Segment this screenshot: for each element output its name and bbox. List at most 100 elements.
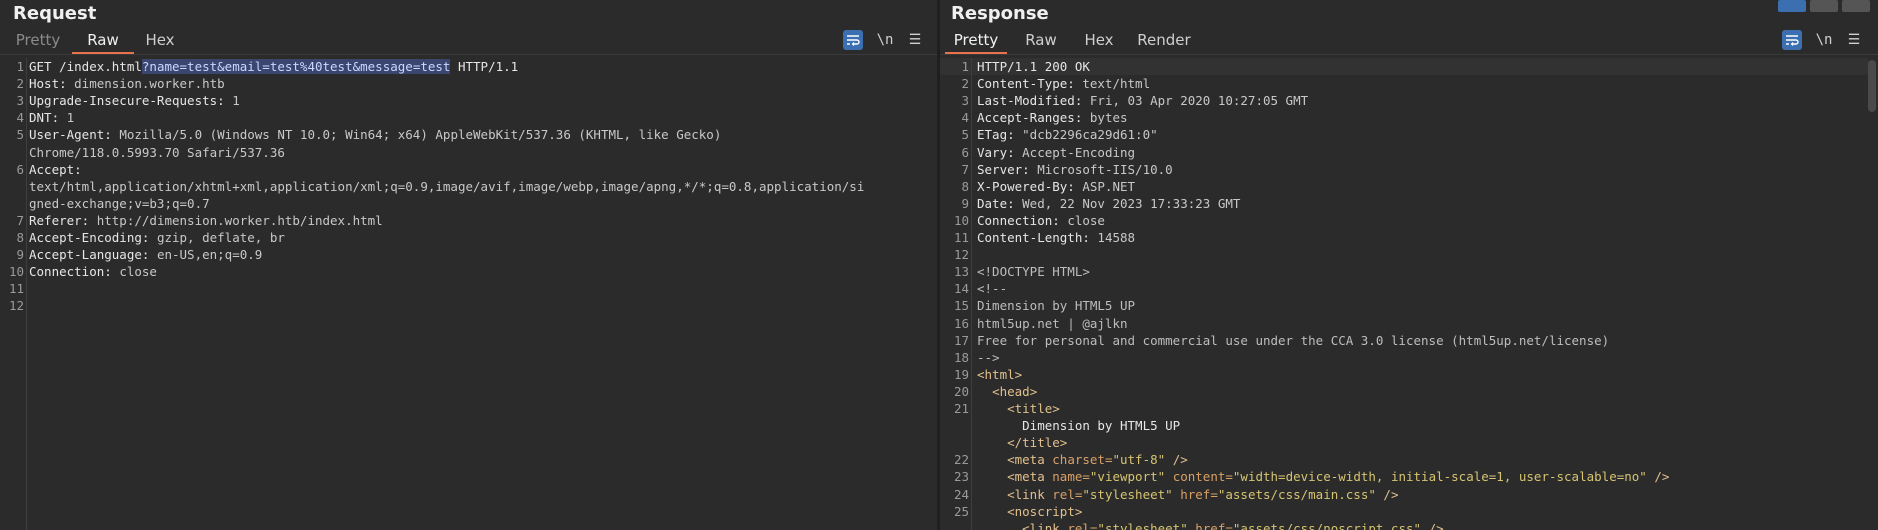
code-line: Host: dimension.worker.htb: [29, 75, 225, 92]
line-number: 21: [953, 401, 969, 416]
response-editor[interactable]: 1 2 3 4 5 6 7 8 9 10 11 12 13 14 15 16 17 18 19 20 21 22 23 24 2…: [940, 58, 1878, 530]
line-number: 3: [961, 93, 969, 109]
code-token: Accept-Language:: [29, 247, 157, 263]
code-line: <meta charset="utf-8" />: [977, 451, 1188, 468]
menu-icon[interactable]: ☰: [1844, 30, 1864, 50]
line-number: 10: [8, 264, 24, 280]
code-token: Referer:: [29, 212, 97, 228]
code-token: X-Powered-By:: [977, 178, 1083, 194]
line-number: 6: [16, 161, 24, 177]
code-token: "assets/css/main.css": [1217, 486, 1376, 502]
code-token: Fri, 03 Apr 2020 10:27:05 GMT: [1089, 93, 1309, 109]
code-line: Date: Wed, 22 Nov 2023 17:33:23 GMT: [977, 195, 1240, 212]
code-token: <link: [1007, 486, 1053, 502]
request-panel: Request Pretty Raw Hex \n ☰ 1 2 3 4 5 6 7 8 9 10 1…: [0, 0, 937, 530]
layout-side-by-side-button[interactable]: [1778, 0, 1806, 12]
code-line: <html>: [977, 366, 1022, 383]
menu-icon[interactable]: ☰: [905, 30, 925, 50]
code-token: <!DOCTYPE HTML>: [977, 264, 1090, 280]
code-token: Date:: [977, 195, 1023, 211]
code-token: Host:: [29, 76, 75, 92]
code-token: Dimension by HTML5 UP: [977, 298, 1136, 314]
code-token: 14588: [1097, 230, 1136, 245]
code-line: Content-Type: text/html: [977, 75, 1150, 92]
code-token: Last-Modified:: [977, 93, 1090, 109]
code-line: html5up.net | @ajlkn: [977, 315, 1128, 332]
code-token: Dimension by HTML5 UP: [977, 418, 1181, 434]
line-number: 3: [16, 93, 24, 109]
tab-render[interactable]: Render: [1132, 28, 1196, 52]
code-line: User-Agent: Mozilla/5.0 (Windows NT 10.0…: [29, 126, 721, 143]
code-token: name=: [1052, 469, 1090, 485]
tab-pretty[interactable]: Pretty: [8, 28, 68, 52]
tab-raw[interactable]: Raw: [72, 28, 134, 54]
layout-stacked-button[interactable]: [1810, 0, 1838, 12]
line-number: 9: [961, 195, 969, 211]
code-line: Free for personal and commercial use und…: [977, 332, 1609, 349]
line-number: 20: [953, 383, 969, 399]
code-line: <head>: [977, 383, 1037, 400]
tab-hex[interactable]: Hex: [1076, 28, 1122, 52]
code-line: gned-exchange;v=b3;q=0.7: [29, 195, 210, 212]
code-line: <meta name="viewport" content="width=dev…: [977, 468, 1669, 485]
code-token: DNT:: [29, 110, 67, 126]
code-token: Chrome/118.0.5993.70 Safari/537.36: [29, 144, 285, 160]
line-number: 1: [16, 59, 24, 74]
line-number: 13: [953, 264, 969, 280]
code-token: GET /index.html: [29, 59, 142, 74]
line-number: 7: [961, 161, 969, 177]
line-number: 12: [953, 247, 969, 263]
code-token: Free for personal and commercial use und…: [977, 332, 1610, 348]
line-number: 8: [16, 230, 24, 245]
code-token: Mozilla/5.0 (Windows NT 10.0; Win64; x64…: [119, 127, 722, 143]
line-number: 9: [16, 247, 24, 263]
line-number: 22: [953, 452, 969, 468]
code-token: HTTP/1.1 200 OK: [977, 59, 1090, 74]
newline-toggle-button[interactable]: \n: [1812, 30, 1836, 50]
code-token: <title>: [1007, 401, 1060, 416]
code-token: bytes: [1089, 110, 1128, 126]
code-token: ?name=test&email=test%40test&message=tes…: [141, 59, 451, 74]
response-panel: Response Pretty Raw Hex Render \n ☰ 1234…: [940, 0, 1878, 530]
code-token: Connection:: [977, 212, 1068, 228]
code-token: />: [1165, 452, 1188, 468]
code-token: </title>: [1007, 435, 1068, 451]
line-number: 25: [953, 503, 969, 519]
code-line: Connection: close: [977, 212, 1105, 229]
newline-toggle-button[interactable]: \n: [873, 30, 897, 50]
code-line: Upgrade-Insecure-Requests: 1: [29, 92, 240, 109]
code-line: Accept:: [29, 161, 89, 178]
line-number: 14: [953, 281, 969, 297]
code-token: "assets/css/noscript.css": [1232, 520, 1422, 530]
code-token: Vary:: [977, 144, 1023, 160]
code-token: Accept-Encoding: [1022, 144, 1136, 160]
code-line: HTTP/1.1 200 OK: [977, 58, 1090, 75]
wrap-lines-button[interactable]: [843, 30, 863, 50]
code-line: Accept-Ranges: bytes: [977, 109, 1128, 126]
code-line: Server: Microsoft-IIS/10.0: [977, 161, 1173, 178]
line-number: 4: [961, 110, 969, 126]
tab-raw[interactable]: Raw: [1012, 28, 1070, 52]
code-token: Accept-Ranges:: [977, 110, 1090, 126]
code-token: Wed, 22 Nov 2023 17:33:23 GMT: [1022, 195, 1241, 211]
wrap-icon: [1786, 35, 1799, 46]
code-token: rel=: [1067, 520, 1098, 530]
tab-pretty[interactable]: Pretty: [945, 28, 1007, 54]
tab-hex[interactable]: Hex: [138, 28, 182, 52]
code-token: href=: [1187, 520, 1233, 530]
vertical-scrollbar[interactable]: [1868, 60, 1876, 112]
layout-tabs-button[interactable]: [1842, 0, 1870, 12]
line-number: 18: [953, 349, 969, 365]
code-token: <noscript>: [1007, 503, 1083, 519]
code-token: Accept-Encoding:: [29, 230, 157, 245]
code-line: DNT: 1: [29, 109, 74, 126]
line-number: 8: [961, 178, 969, 194]
request-editor[interactable]: 1 2 3 4 5 6 7 8 9 10 11 12 GET /index.html?name=tes…: [0, 58, 937, 530]
code-token: en-US,en;q=0.9: [156, 247, 263, 263]
code-token: dimension.worker.htb: [74, 76, 225, 92]
wrap-lines-button[interactable]: [1782, 30, 1802, 50]
line-number: 15: [953, 298, 969, 314]
